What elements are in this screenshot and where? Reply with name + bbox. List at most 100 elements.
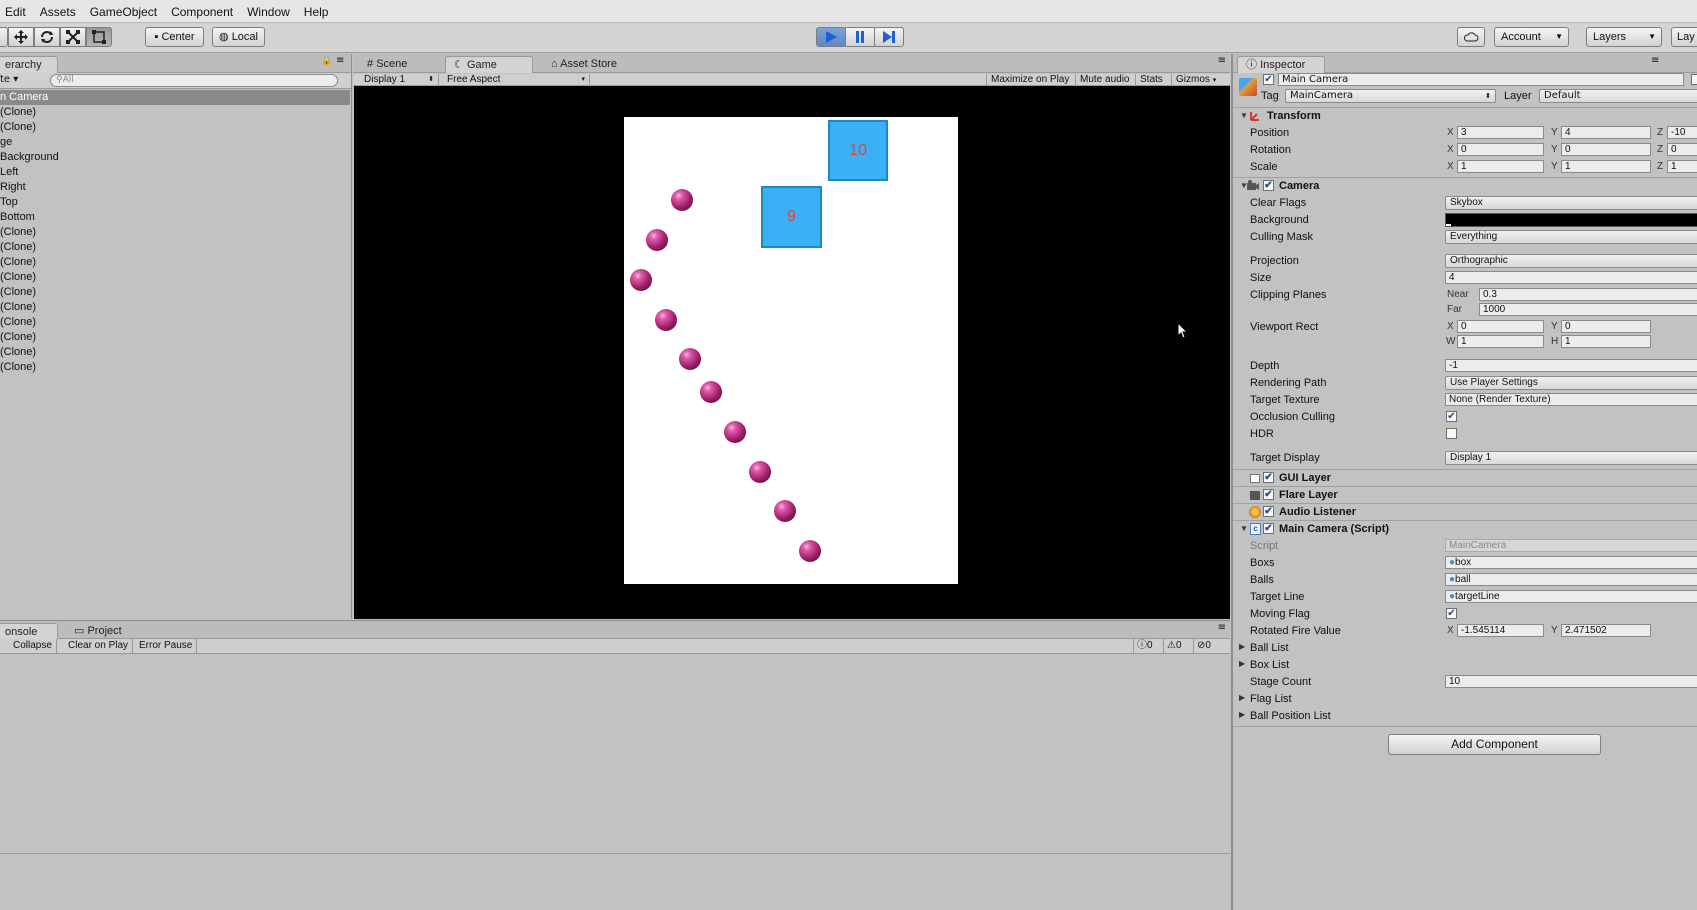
clear-flags-dropdown[interactable]: Skybox: [1445, 196, 1697, 210]
console-detail-area[interactable]: [0, 855, 1230, 910]
hierarchy-item[interactable]: (Clone): [0, 105, 350, 120]
ball-list-row[interactable]: ▶ Ball List: [1233, 640, 1697, 657]
clear-on-play-button[interactable]: Clear on Play: [64, 639, 134, 653]
rotated-y-field[interactable]: 2.471502: [1561, 624, 1651, 637]
tab-project[interactable]: ▭ Project: [66, 623, 130, 640]
info-filter-button[interactable]: ⓘ0: [1133, 639, 1156, 653]
hierarchy-item[interactable]: Left: [0, 165, 350, 180]
panel-menu-icon[interactable]: ≡: [1218, 55, 1226, 66]
hierarchy-item[interactable]: (Clone): [0, 300, 350, 315]
layer-dropdown[interactable]: Default: [1539, 89, 1697, 103]
scale-y-field[interactable]: 1: [1561, 160, 1651, 173]
culling-mask-dropdown[interactable]: Everything: [1445, 230, 1697, 244]
error-filter-button[interactable]: ⊘0: [1193, 639, 1214, 653]
tab-asset-store[interactable]: ⌂ Asset Store: [543, 56, 625, 73]
menu-assets[interactable]: Assets: [33, 0, 83, 24]
hierarchy-item[interactable]: (Clone): [0, 345, 350, 360]
hierarchy-item[interactable]: Bottom: [0, 210, 350, 225]
target-texture-field[interactable]: None (Render Texture): [1445, 393, 1697, 406]
projection-dropdown[interactable]: Orthographic: [1445, 254, 1697, 268]
aspect-dropdown[interactable]: Free Aspect ▾: [444, 74, 590, 86]
occlusion-culling-checkbox[interactable]: ✔: [1446, 411, 1457, 422]
space-local-button[interactable]: ◍ Local: [212, 27, 265, 47]
hierarchy-item[interactable]: (Clone): [0, 120, 350, 135]
active-checkbox[interactable]: ✔: [1263, 74, 1274, 85]
warning-filter-button[interactable]: ⚠0: [1163, 639, 1185, 653]
hand-tool-button[interactable]: [0, 27, 8, 47]
hierarchy-item[interactable]: (Clone): [0, 360, 350, 375]
gui-layer-component-header[interactable]: ✔ GUI Layer: [1233, 470, 1697, 486]
mute-audio-toggle[interactable]: Mute audio: [1075, 74, 1133, 86]
error-pause-button[interactable]: Error Pause: [135, 639, 198, 653]
add-component-button[interactable]: Add Component: [1388, 734, 1601, 755]
hdr-checkbox[interactable]: [1446, 428, 1457, 439]
tab-game[interactable]: ☾ Game: [445, 56, 533, 73]
pause-button[interactable]: [845, 27, 875, 47]
menu-window[interactable]: Window: [240, 0, 297, 24]
boxs-field[interactable]: ●box: [1445, 556, 1697, 569]
position-x-field[interactable]: 3: [1457, 126, 1544, 139]
hierarchy-item[interactable]: (Clone): [0, 240, 350, 255]
console-log-area[interactable]: [0, 657, 1230, 854]
hierarchy-search-input[interactable]: ⚲All: [50, 74, 338, 87]
play-button[interactable]: [816, 27, 846, 47]
game-view[interactable]: 10 9: [354, 86, 1230, 619]
size-field[interactable]: 4: [1445, 271, 1697, 284]
hierarchy-item[interactable]: ge: [0, 135, 350, 150]
menu-help[interactable]: Help: [297, 0, 336, 24]
menu-edit[interactable]: Edit: [0, 0, 33, 24]
viewport-h-field[interactable]: 1: [1561, 335, 1651, 348]
target-line-field[interactable]: ●targetLine: [1445, 590, 1697, 603]
script-enabled-checkbox[interactable]: ✔: [1263, 523, 1274, 534]
rect-tool-button[interactable]: [86, 27, 112, 47]
menu-gameobject[interactable]: GameObject: [83, 0, 164, 24]
scale-tool-button[interactable]: [60, 27, 86, 47]
hierarchy-item[interactable]: (Clone): [0, 285, 350, 300]
menu-component[interactable]: Component: [164, 0, 240, 24]
rotated-x-field[interactable]: -1.545114: [1457, 624, 1544, 637]
rotation-x-field[interactable]: 0: [1457, 143, 1544, 156]
audio-listener-checkbox[interactable]: ✔: [1263, 506, 1274, 517]
position-y-field[interactable]: 4: [1561, 126, 1651, 139]
moving-flag-checkbox[interactable]: ✔: [1446, 608, 1457, 619]
tab-scene[interactable]: # Scene: [359, 56, 415, 73]
far-field[interactable]: 1000: [1479, 303, 1697, 316]
hierarchy-item[interactable]: Right: [0, 180, 350, 195]
viewport-w-field[interactable]: 1: [1457, 335, 1544, 348]
hierarchy-item[interactable]: Top: [0, 195, 350, 210]
create-dropdown[interactable]: te ▾: [0, 74, 18, 85]
static-checkbox[interactable]: [1691, 74, 1697, 85]
gui-layer-checkbox[interactable]: ✔: [1263, 472, 1274, 483]
rotation-y-field[interactable]: 0: [1561, 143, 1651, 156]
layers-dropdown[interactable]: Layers ▼: [1586, 27, 1662, 47]
account-dropdown[interactable]: Account ▼: [1494, 27, 1569, 47]
maximize-on-play-toggle[interactable]: Maximize on Play: [986, 74, 1073, 86]
viewport-y-field[interactable]: 0: [1561, 320, 1651, 333]
cloud-button[interactable]: [1457, 27, 1485, 47]
audio-listener-component-header[interactable]: ✔ Audio Listener: [1233, 504, 1697, 520]
camera-component-header[interactable]: ▼ ✔ Camera: [1233, 178, 1697, 194]
step-button[interactable]: [874, 27, 904, 47]
hierarchy-item[interactable]: (Clone): [0, 330, 350, 345]
position-z-field[interactable]: -10: [1667, 126, 1697, 139]
stats-toggle[interactable]: Stats: [1135, 74, 1167, 86]
panel-menu-icon[interactable]: ≡: [1651, 55, 1659, 66]
tab-hierarchy[interactable]: erarchy: [0, 56, 58, 73]
rotate-tool-button[interactable]: [34, 27, 60, 47]
hierarchy-item[interactable]: n Camera: [0, 90, 350, 105]
display-dropdown[interactable]: Display 1 ⬍: [361, 74, 439, 86]
flare-layer-checkbox[interactable]: ✔: [1263, 489, 1274, 500]
ball-position-list-row[interactable]: ▶ Ball Position List: [1233, 708, 1697, 725]
collapse-button[interactable]: Collapse: [9, 639, 57, 653]
scale-z-field[interactable]: 1: [1667, 160, 1697, 173]
hierarchy-item[interactable]: (Clone): [0, 270, 350, 285]
background-color-swatch[interactable]: [1445, 213, 1697, 227]
viewport-x-field[interactable]: 0: [1457, 320, 1544, 333]
flag-list-row[interactable]: ▶ Flag List: [1233, 691, 1697, 708]
near-field[interactable]: 0.3: [1479, 288, 1697, 301]
hierarchy-item[interactable]: (Clone): [0, 315, 350, 330]
tab-console[interactable]: onsole: [0, 623, 58, 640]
hierarchy-item[interactable]: (Clone): [0, 225, 350, 240]
tab-inspector[interactable]: ⓘ Inspector: [1237, 56, 1325, 73]
rotation-z-field[interactable]: 0: [1667, 143, 1697, 156]
